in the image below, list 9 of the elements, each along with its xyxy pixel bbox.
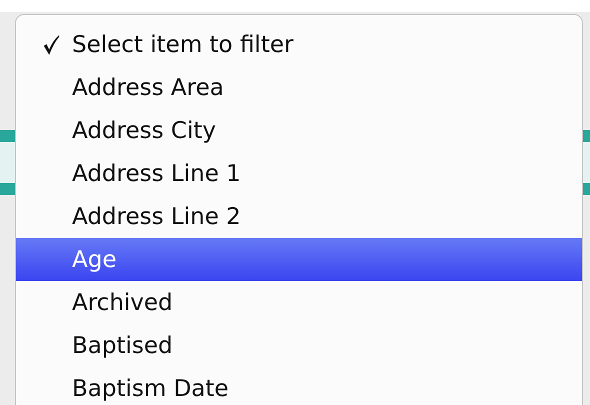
menu-item[interactable]: Baptism Date	[16, 367, 582, 405]
menu-item[interactable]: Select item to filter	[16, 23, 582, 66]
menu-item[interactable]: Baptised	[16, 324, 582, 367]
menu-item[interactable]: Address Line 1	[16, 152, 582, 195]
menu-item[interactable]: Age	[16, 238, 582, 281]
menu-item[interactable]: Address City	[16, 109, 582, 152]
menu-item[interactable]: Address Line 2	[16, 195, 582, 238]
menu-item[interactable]: Archived	[16, 281, 582, 324]
menu-item[interactable]: Address Area	[16, 66, 582, 109]
